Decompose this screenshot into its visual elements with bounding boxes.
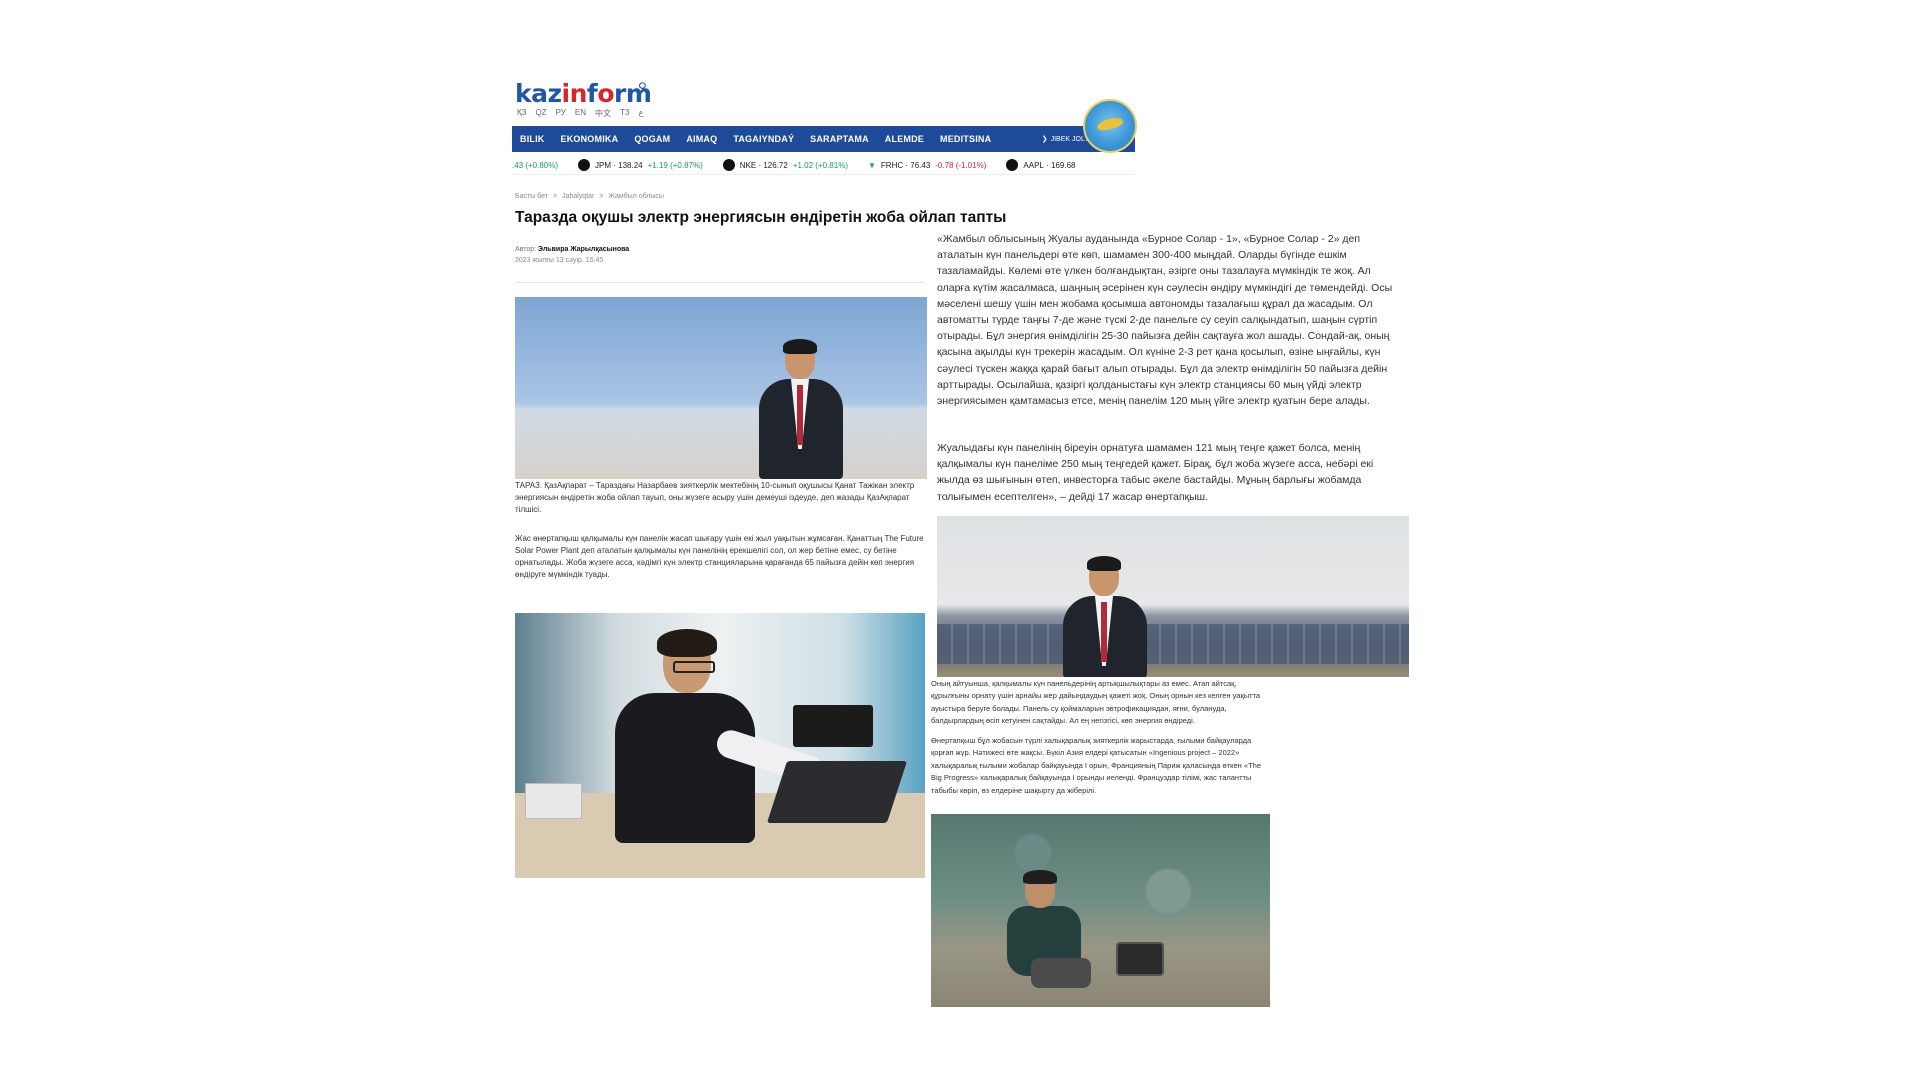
article-date: 2023 жылғы 13 сәуір, 15:45 xyxy=(515,257,604,264)
logo-text-1: kaz xyxy=(515,79,562,108)
ticker-first-change: .43 (+0.80%) xyxy=(512,160,559,170)
ticker-change: -0.78 (-1.01%) xyxy=(935,160,987,170)
ticker-symbol: NKE xyxy=(739,160,757,170)
ticker-symbol: JPM xyxy=(595,160,612,170)
jibek-joly-link[interactable]: ❯ JIBEK JOLY xyxy=(1041,135,1089,144)
jibek-joly-label: JIBEK JOLY xyxy=(1050,135,1089,143)
article-author: Автор: Эльвира Жарылқасынова xyxy=(515,246,629,253)
lang-tz[interactable]: ТЗ xyxy=(620,108,630,119)
ticker-symbol: FRHC xyxy=(880,160,904,170)
photo-student-lake xyxy=(515,297,927,479)
logo-text-2: in xyxy=(561,79,588,108)
person-figure xyxy=(1001,870,1091,992)
nav-alemde[interactable]: ALEMDE xyxy=(877,134,932,144)
breadcrumb-sep: > xyxy=(552,193,558,200)
lang-kz[interactable]: ҚЗ xyxy=(517,108,527,119)
nav-aimaq[interactable]: AIMAQ xyxy=(678,134,725,144)
nav-meditsina[interactable]: MEDITSINA xyxy=(932,134,999,144)
search-icon[interactable]: ⚲ xyxy=(638,80,652,94)
ticker-change: +1.02 (+0.81%) xyxy=(792,160,848,170)
article-paragraph: Өнертапқыш бұл жобасын түрлі халықаралық… xyxy=(931,736,1262,795)
breadcrumb-home[interactable]: Басты бет xyxy=(515,193,548,200)
photo-solar-panels xyxy=(937,516,1409,677)
ticker-price: · 138.24 xyxy=(613,160,643,170)
logo-o: o xyxy=(597,79,614,108)
language-switcher: ҚЗ QZ РУ EN 中文 ТЗ ع xyxy=(517,108,643,119)
divider xyxy=(515,282,925,283)
article-paragraph: Жас өнертапқыш қалқымалы күн панелін жас… xyxy=(515,534,924,579)
article-quote: «Жамбыл облысының Жуалы ауданында «Бурно… xyxy=(937,233,1393,408)
person-figure xyxy=(753,339,849,479)
nav-tagaiyndau[interactable]: TAGAIYNDAÝ xyxy=(725,134,802,144)
ticker-symbol: AAPL xyxy=(1023,160,1044,170)
article-title: Таразда оқушы электр энергиясын өндіреті… xyxy=(515,209,1007,226)
stock-ticker: .43 (+0.80%) JPM · 138.24 +1.19 (+0.87%)… xyxy=(512,156,1135,175)
main-nav: BILIK EKONOMIKA QOGAM AIMAQ TAGAIYNDAÝ S… xyxy=(512,126,1135,152)
nav-qogam[interactable]: QOGAM xyxy=(626,134,678,144)
lang-zh[interactable]: 中文 xyxy=(595,108,611,119)
photo-caption: ТАРАЗ. ҚазАқпарат – Тараздағы Назарбаев … xyxy=(515,481,915,514)
author-name[interactable]: Эльвира Жарылқасынова xyxy=(538,246,629,253)
ticker-item-jpm[interactable]: JPM · 138.24 +1.19 (+0.87%) xyxy=(578,159,703,171)
person-figure xyxy=(1057,556,1147,677)
breadcrumb-region[interactable]: Жамбыл облысы xyxy=(608,193,663,200)
emblem-logo xyxy=(1083,99,1137,153)
ticker-price: · 169.68 xyxy=(1046,160,1076,170)
ticker-item-frhc[interactable]: ▼ FRHC · 76.43 -0.78 (-1.01%) xyxy=(868,161,986,170)
breadcrumb-section[interactable]: Jahalyqtar xyxy=(562,193,594,200)
nav-bilik[interactable]: BILIK xyxy=(512,134,553,144)
lang-ru[interactable]: РУ xyxy=(556,108,566,119)
lang-ar[interactable]: ع xyxy=(639,108,644,119)
frhc-logo-icon: ▼ xyxy=(867,160,876,170)
nke-logo-icon xyxy=(722,159,735,171)
jibek-joly-icon: ❯ xyxy=(1041,136,1048,143)
jpm-logo-icon xyxy=(578,159,591,171)
author-label: Автор: xyxy=(515,246,537,253)
photo-student-water xyxy=(931,814,1270,1007)
ticker-price: · 126.72 xyxy=(758,160,788,170)
aapl-logo-icon xyxy=(1006,159,1019,171)
logo-text-3: f xyxy=(586,79,598,108)
article-paragraph: Жуалыдағы күн панелінің біреуін орнатуға… xyxy=(937,442,1374,503)
photo-student-laptop xyxy=(515,613,925,878)
breadcrumb: Басты бет > Jahalyqtar > Жамбыл облысы xyxy=(515,193,664,200)
article-paragraph: Оның айтуынша, қалқымалы күн панельдерін… xyxy=(931,679,1261,726)
nav-saraptama[interactable]: SARAPTAMA xyxy=(802,134,877,144)
ticker-item-aapl[interactable]: AAPL · 169.68 xyxy=(1006,159,1075,171)
ticker-item-nke[interactable]: NKE · 126.72 +1.02 (+0.81%) xyxy=(722,159,848,171)
ticker-change: +1.19 (+0.87%) xyxy=(647,160,703,170)
nav-ekonomika[interactable]: EKONOMIKA xyxy=(553,134,627,144)
ticker-price: · 76.43 xyxy=(905,160,931,170)
lang-qz[interactable]: QZ xyxy=(536,108,547,119)
lang-en[interactable]: EN xyxy=(575,108,586,119)
breadcrumb-sep: > xyxy=(599,193,604,200)
site-logo[interactable]: kazinform xyxy=(515,79,652,108)
